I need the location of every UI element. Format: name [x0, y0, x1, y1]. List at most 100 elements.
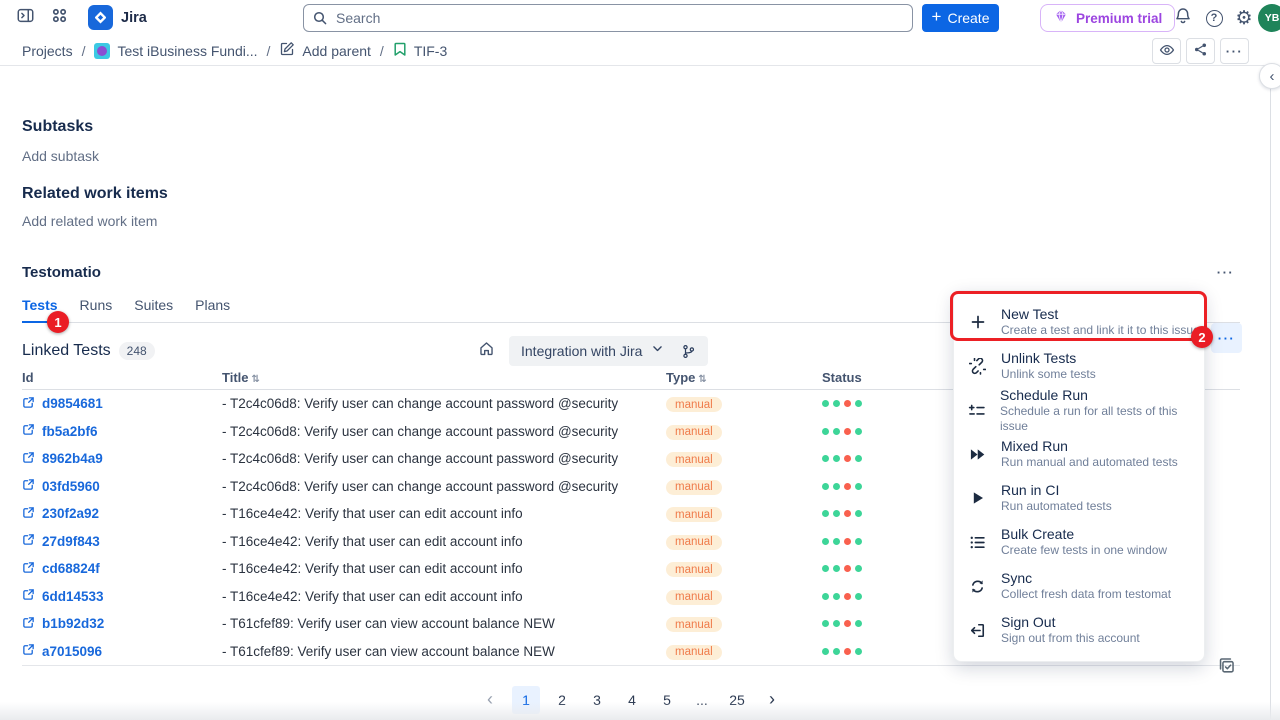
search-icon — [312, 10, 328, 31]
breadcrumb-projects[interactable]: Projects — [22, 43, 73, 59]
project-dropdown[interactable]: Integration with Jira — [521, 343, 642, 359]
test-title: - T2c4c06d8: Verify user can change acco… — [222, 424, 666, 439]
test-id-link[interactable]: 03fd5960 — [22, 478, 222, 494]
schedule-run-icon — [954, 402, 1000, 419]
menu-item-text: New Test Create a test and link it it to… — [1001, 306, 1200, 338]
pagination-prev[interactable]: ‹ — [477, 686, 503, 714]
external-link-icon — [22, 396, 35, 412]
linked-tests-more-button[interactable]: ··· — [1211, 323, 1242, 353]
test-id: 230f2a92 — [42, 506, 99, 521]
breadcrumb-issue-key[interactable]: TIF-3 — [393, 42, 447, 60]
test-title: - T2c4c06d8: Verify user can change acco… — [222, 396, 666, 411]
menu-item-sync[interactable]: Sync Collect fresh data from testomat — [954, 564, 1204, 608]
test-id-link[interactable]: 27d9f843 — [22, 533, 222, 549]
pagination-page-25[interactable]: 25 — [724, 686, 750, 714]
chevron-down-icon[interactable] — [651, 342, 664, 360]
tab-suites[interactable]: Suites — [134, 297, 173, 322]
premium-trial-button[interactable]: Premium trial — [1040, 4, 1175, 32]
type-badge: manual — [666, 562, 722, 577]
notifications-button[interactable] — [1170, 5, 1196, 31]
menu-item-text: Schedule Run Schedule a run for all test… — [1000, 387, 1204, 434]
pagination-page-2[interactable]: 2 — [549, 686, 575, 714]
status-dot-green — [855, 428, 862, 435]
menu-item-run-in-ci[interactable]: Run in CI Run automated tests — [954, 476, 1204, 520]
menu-item-schedule-run[interactable]: Schedule Run Schedule a run for all test… — [954, 388, 1204, 432]
test-id-link[interactable]: a7015096 — [22, 643, 222, 659]
test-id-link[interactable]: fb5a2bf6 — [22, 423, 222, 439]
testomatio-more-button[interactable]: ··· — [1211, 259, 1240, 285]
status-dot-green — [822, 400, 829, 407]
status-dot-red — [844, 538, 851, 545]
testomatio-header: Testomatio ··· — [22, 259, 1240, 285]
test-id: a7015096 — [42, 644, 102, 659]
status-dot-green — [833, 593, 840, 600]
home-icon[interactable] — [478, 340, 495, 362]
search-input[interactable] — [303, 4, 913, 32]
watch-button[interactable] — [1152, 38, 1181, 64]
gem-icon — [1053, 9, 1069, 27]
external-link-icon — [22, 533, 35, 549]
panel-toggle-button[interactable] — [12, 5, 38, 31]
menu-item-title: Schedule Run — [1000, 387, 1204, 404]
app-switcher-button[interactable] — [46, 5, 72, 31]
test-id-link[interactable]: d9854681 — [22, 396, 222, 412]
feedback-icon[interactable] — [1217, 656, 1236, 680]
jira-brand[interactable]: Jira — [88, 5, 147, 30]
breadcrumb: Projects / Test iBusiness Fundi... / Add… — [0, 36, 1270, 66]
status-dot-red — [844, 510, 851, 517]
pagination-page-5[interactable]: 5 — [654, 686, 680, 714]
menu-item-title: Unlink Tests — [1001, 350, 1096, 367]
breadcrumb-add-parent[interactable]: Add parent — [279, 41, 371, 60]
menu-item-text: Bulk Create Create few tests in one wind… — [1001, 526, 1167, 558]
add-subtask-button[interactable]: Add subtask — [22, 148, 1240, 164]
pagination-page-3[interactable]: 3 — [584, 686, 610, 714]
add-related-item-button[interactable]: Add related work item — [22, 213, 1240, 229]
pagination-page-1[interactable]: 1 — [512, 686, 540, 714]
share-button[interactable] — [1186, 38, 1215, 64]
test-type-cell: manual — [666, 450, 822, 468]
status-dot-green — [855, 565, 862, 572]
tab-runs[interactable]: Runs — [80, 297, 113, 322]
status-dot-red — [844, 428, 851, 435]
menu-item-text: Run in CI Run automated tests — [1001, 482, 1112, 514]
column-header-title[interactable]: Title⇅ — [222, 370, 666, 385]
menu-item-unlink-tests[interactable]: Unlink Tests Unlink some tests — [954, 344, 1204, 388]
status-dot-red — [844, 648, 851, 655]
eye-icon — [1159, 42, 1175, 61]
pagination-page-4[interactable]: 4 — [619, 686, 645, 714]
tab-plans[interactable]: Plans — [195, 297, 230, 322]
panel-divider — [1270, 66, 1271, 720]
status-dot-red — [844, 400, 851, 407]
column-header-id[interactable]: Id — [22, 370, 222, 385]
status-dot-green — [822, 593, 829, 600]
breadcrumb-separator: / — [82, 43, 86, 59]
panel-toggle-icon — [17, 7, 34, 29]
menu-item-text: Unlink Tests Unlink some tests — [1001, 350, 1096, 382]
pagination-next[interactable]: › — [759, 686, 785, 714]
column-header-type[interactable]: Type⇅ — [666, 370, 822, 385]
topbar: Jira + Create Premium trial ? ⚙ — [0, 0, 1280, 36]
menu-item-new-test[interactable]: New Test Create a test and link it it to… — [954, 300, 1204, 344]
test-id-link[interactable]: 8962b4a9 — [22, 451, 222, 467]
test-id-link[interactable]: 6dd14533 — [22, 588, 222, 604]
status-dot-green — [822, 455, 829, 462]
test-type-cell: manual — [666, 587, 822, 605]
test-id-link[interactable]: cd68824f — [22, 561, 222, 577]
menu-item-bulk-create[interactable]: Bulk Create Create few tests in one wind… — [954, 520, 1204, 564]
help-button[interactable]: ? — [1201, 5, 1227, 31]
breadcrumb-project[interactable]: Test iBusiness Fundi... — [94, 43, 257, 59]
avatar[interactable]: YB — [1258, 4, 1280, 32]
settings-button[interactable]: ⚙ — [1231, 5, 1257, 31]
issue-more-button[interactable]: ··· — [1220, 38, 1249, 64]
create-button[interactable]: + Create — [922, 4, 999, 32]
menu-item-sign-out[interactable]: Sign Out Sign out from this account — [954, 608, 1204, 652]
git-branch-icon[interactable] — [681, 344, 696, 359]
edit-icon — [279, 41, 295, 60]
test-title: - T2c4c06d8: Verify user can change acco… — [222, 479, 666, 494]
panel-collapse-button[interactable]: ‹ — [1259, 63, 1280, 89]
status-dot-green — [855, 593, 862, 600]
status-dot-red — [844, 565, 851, 572]
menu-item-mixed-run[interactable]: Mixed Run Run manual and automated tests — [954, 432, 1204, 476]
test-id-link[interactable]: b1b92d32 — [22, 616, 222, 632]
test-id-link[interactable]: 230f2a92 — [22, 506, 222, 522]
